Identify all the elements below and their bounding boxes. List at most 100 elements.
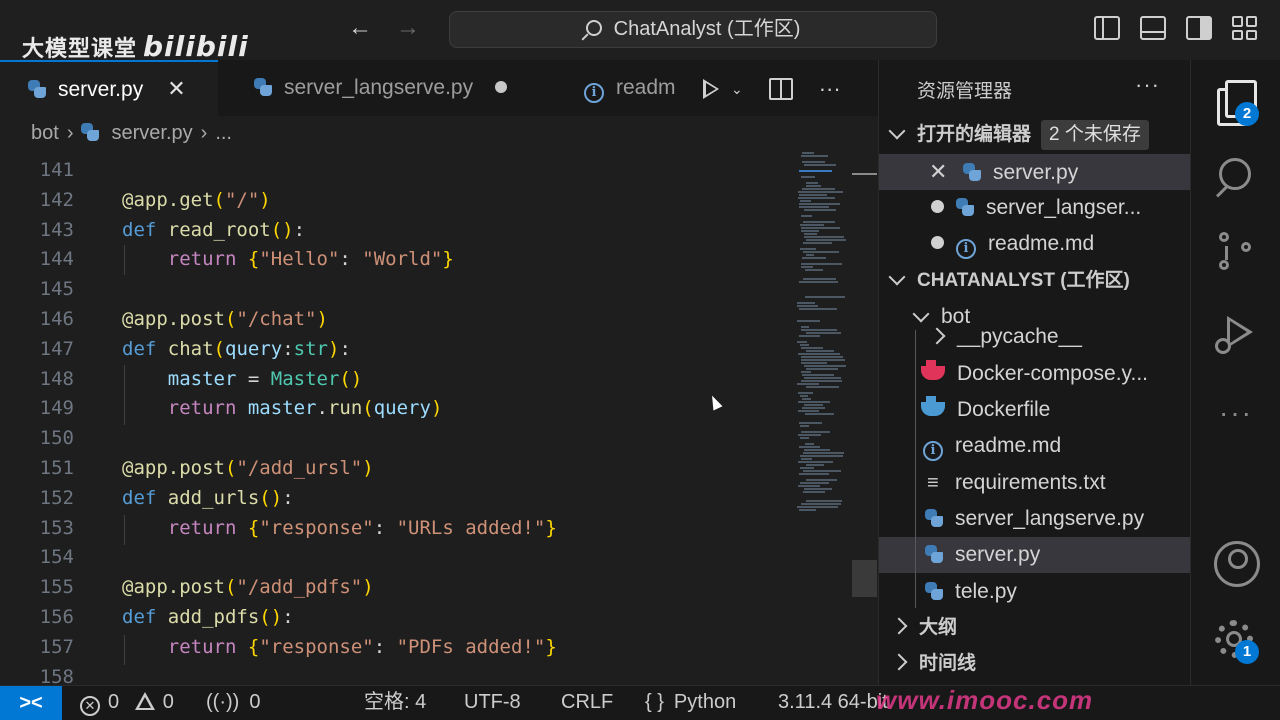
line-number: 141	[39, 159, 74, 181]
minimap-line	[801, 227, 840, 229]
account-icon[interactable]	[1213, 540, 1260, 587]
file-server-py[interactable]: server.py	[879, 537, 1191, 573]
settings-gear-icon[interactable]: 1	[1213, 618, 1259, 664]
minimap-line	[801, 266, 813, 268]
minimap-line	[801, 230, 819, 232]
arrow-right-icon[interactable]: →	[396, 14, 420, 42]
minimap-line	[799, 170, 832, 172]
line-number: 154	[39, 546, 74, 569]
timeline-label: 时间线	[919, 653, 977, 674]
language-mode-indicator[interactable]: { } Python	[645, 686, 736, 719]
minimap-line	[801, 263, 842, 265]
minimap-line	[802, 152, 814, 154]
toggle-panel-icon[interactable]	[1140, 16, 1166, 40]
code-editor[interactable]: 141 142 @app.get("/") 143 def read_root(): 14…	[0, 155, 795, 685]
search-icon[interactable]	[1213, 156, 1259, 202]
minimap-line	[801, 359, 845, 361]
close-icon[interactable]: ✕	[929, 154, 953, 190]
line-number: 142	[39, 188, 74, 211]
layout-controls	[1094, 16, 1258, 40]
settings-badge: 1	[1235, 640, 1259, 664]
python-file-icon	[925, 582, 943, 600]
minimap-line	[803, 491, 825, 493]
open-editor-server-py[interactable]: ✕ server.py	[879, 154, 1191, 190]
minimap-line	[799, 194, 827, 196]
minimap-line	[801, 215, 812, 217]
customize-layout-icon[interactable]	[1232, 16, 1258, 40]
minimap-line	[804, 209, 836, 211]
python-file-icon	[28, 80, 46, 98]
line-number: 155	[39, 576, 74, 599]
error-icon: ✕	[80, 696, 100, 716]
tab-server-py[interactable]: server.py ✕	[0, 60, 218, 116]
file-dockerfile[interactable]: Dockerfile	[879, 392, 1191, 428]
minimap-line	[800, 455, 843, 457]
chevron-right-icon: ›	[66, 122, 74, 144]
more-views-icon[interactable]: ···	[1213, 390, 1259, 436]
play-icon	[703, 79, 719, 99]
open-editor-server-langserve[interactable]: server_langser...	[879, 190, 1191, 226]
chevron-down-icon: ⌄	[731, 80, 743, 97]
minimap-line	[802, 374, 834, 376]
outline-header[interactable]: 大纲	[879, 610, 1191, 646]
python-interpreter-indicator[interactable]: 3.11.4 64-bit	[778, 686, 888, 719]
editor-actions: ⌄ ···	[703, 76, 841, 102]
close-icon[interactable]: ✕	[167, 76, 185, 101]
imooc-watermark: www.imooc.com	[876, 685, 1094, 715]
breadcrumb-symbols[interactable]: ...	[215, 122, 232, 144]
file-server-langserve[interactable]: server_langserve.py	[879, 501, 1191, 537]
code-text: def add_pdfs():	[122, 606, 294, 628]
minimap-line	[805, 443, 814, 445]
tab-server-langserve-py[interactable]: server_langserve.py	[226, 60, 562, 116]
minimap[interactable]	[795, 152, 851, 512]
run-and-debug-icon[interactable]	[1213, 312, 1259, 358]
folder-pycache[interactable]: __pycache__	[879, 326, 1191, 354]
minimap-line	[799, 509, 816, 511]
minimap-line	[800, 224, 824, 226]
chevron-right-icon	[890, 653, 908, 671]
minimap-line	[801, 371, 811, 373]
minimap-line	[798, 434, 821, 436]
minimap-line	[797, 506, 838, 508]
chevron-down-icon	[912, 305, 930, 323]
problems-indicator[interactable]: ✕ 0 0	[80, 686, 174, 719]
info-file-icon: i	[923, 441, 943, 461]
minimap-line	[806, 254, 814, 256]
encoding-indicator[interactable]: UTF-8	[464, 686, 521, 719]
remote-indicator-icon[interactable]: ><	[0, 686, 62, 720]
minimap-line	[806, 185, 821, 187]
toggle-primary-sidebar-icon[interactable]	[1094, 16, 1120, 40]
timeline-header[interactable]: 时间线	[879, 646, 1191, 682]
ports-indicator[interactable]: ((·)) 0	[206, 686, 260, 719]
toggle-secondary-sidebar-icon[interactable]	[1186, 16, 1212, 40]
more-actions-icon[interactable]: ···	[819, 76, 841, 102]
file-tele-py[interactable]: tele.py	[879, 574, 1191, 610]
minimap-line	[797, 305, 818, 307]
open-editors-header[interactable]: 打开的编辑器 2 个未保存	[879, 117, 1191, 153]
run-python-button[interactable]: ⌄	[703, 79, 743, 99]
editor-scrollbar-thumb[interactable]	[852, 560, 877, 597]
open-editor-readme[interactable]: i readme.md	[879, 226, 1191, 262]
explorer-sidebar: 资源管理器 ··· 打开的编辑器 2 个未保存 ✕ server.py server…	[878, 60, 1191, 685]
file-readme[interactable]: i readme.md	[879, 428, 1191, 464]
split-editor-icon[interactable]	[768, 78, 793, 100]
breadcrumb-file[interactable]: server.py	[111, 122, 192, 144]
command-center[interactable]: ChatAnalyst (工作区)	[449, 11, 937, 48]
minimap-line	[806, 386, 839, 388]
arrow-left-icon[interactable]: ←	[348, 14, 372, 42]
source-control-icon[interactable]	[1213, 230, 1259, 276]
braces-icon: { }	[645, 691, 664, 713]
file-label: server_langserve.py	[955, 507, 1145, 530]
indentation-indicator[interactable]: 空格: 4	[364, 686, 426, 719]
file-requirements[interactable]: ≡ requirements.txt	[879, 465, 1191, 501]
minimap-line	[806, 182, 818, 184]
more-actions-icon[interactable]: ···	[1135, 72, 1160, 98]
eol-indicator[interactable]: CRLF	[561, 686, 613, 719]
code-text: def add_urls():	[122, 486, 294, 509]
explorer-icon[interactable]: 2	[1213, 80, 1259, 126]
file-docker-compose[interactable]: Docker-compose.y...	[879, 356, 1191, 392]
workspace-header[interactable]: CHATANALYST (工作区)	[879, 263, 1191, 299]
tab-readme[interactable]: i readm	[556, 60, 696, 116]
breadcrumb-folder[interactable]: bot	[31, 122, 59, 144]
warning-icon	[134, 692, 155, 710]
